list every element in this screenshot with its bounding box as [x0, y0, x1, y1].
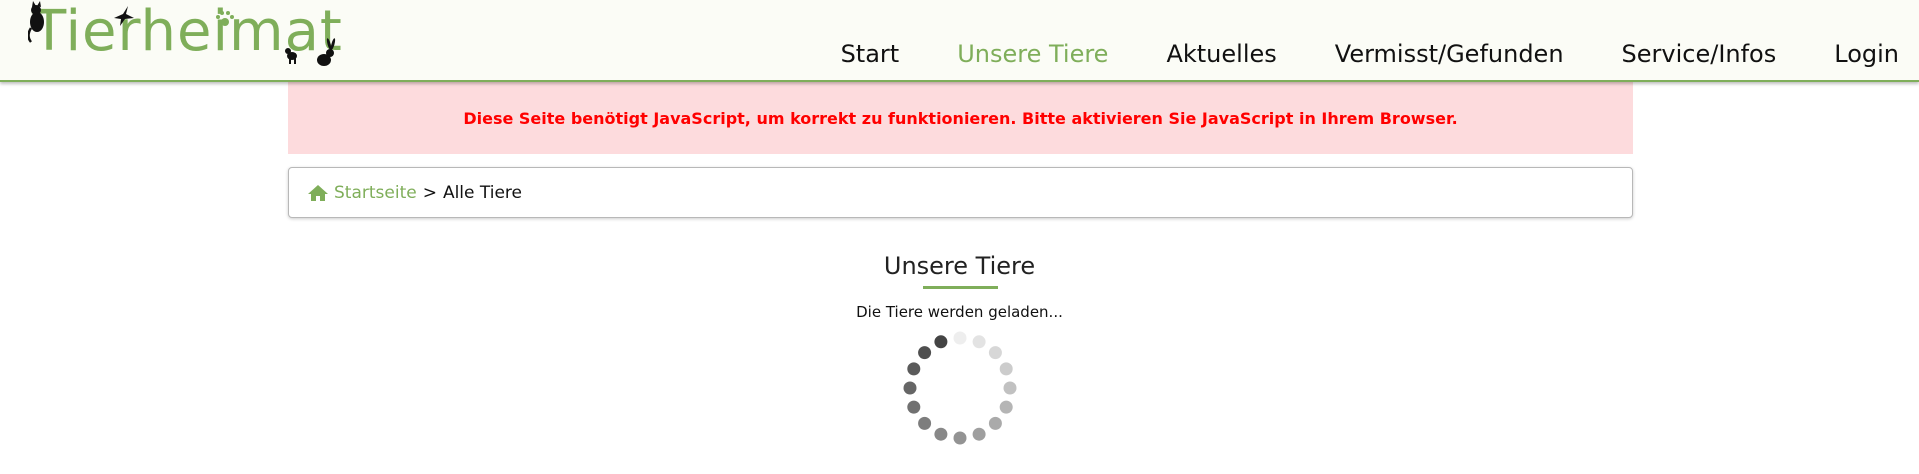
javascript-warning-alert: Diese Seite benötigt JavaScript, um korr… [288, 82, 1633, 154]
spinner-dot [988, 346, 1002, 360]
breadcrumb-home-label: Startseite [334, 182, 417, 203]
spinner-dot [934, 427, 948, 441]
home-icon [308, 184, 328, 201]
spinner-dot [953, 331, 967, 345]
breadcrumb-current: Alle Tiere [442, 182, 523, 203]
rabbit-icon [317, 38, 336, 66]
paw-icon [216, 11, 234, 26]
nav-item-service-infos[interactable]: Service/Infos [1622, 40, 1777, 68]
breadcrumb-home-link[interactable]: Startseite [307, 183, 417, 203]
spinner-dot [999, 400, 1013, 414]
loading-message: Die Tiere werden geladen... [856, 303, 1063, 321]
spinner-dot [999, 362, 1013, 376]
spinner-dot [907, 400, 921, 414]
spinner-dot [972, 335, 986, 349]
nav-item-aktuelles[interactable]: Aktuelles [1166, 40, 1276, 68]
nav-item-vermisst-gefunden[interactable]: Vermisst/Gefunden [1335, 40, 1564, 68]
spinner-dot [903, 381, 917, 395]
page-title: Unsere Tiere [883, 252, 1036, 280]
breadcrumb-separator: > [422, 182, 437, 203]
cat-icon [28, 1, 44, 43]
main-navigation: Start Unsere Tiere Aktuelles Vermisst/Gefun… [783, 36, 1919, 72]
bird-icon [114, 6, 134, 26]
site-header: Tierheimat Start Unsere Tiere Aktuelles … [0, 0, 1919, 82]
spinner-dot [934, 335, 948, 349]
spinner-dot [918, 346, 932, 360]
spinner-dot [953, 431, 967, 445]
title-underline [923, 286, 998, 289]
spinner-dot [918, 416, 932, 430]
nav-item-start[interactable]: Start [841, 40, 900, 68]
nav-item-unsere-tiere[interactable]: Unsere Tiere [957, 40, 1108, 68]
spinner-dot [988, 416, 1002, 430]
spinner-dot [1003, 381, 1017, 395]
site-logo[interactable]: Tierheimat [28, 0, 348, 78]
logo-animals [28, 1, 336, 66]
alert-message: Diese Seite benötigt JavaScript, um korr… [463, 108, 1458, 128]
spinner-dot [972, 427, 986, 441]
breadcrumb: Startseite > Alle Tiere [288, 167, 1633, 218]
nav-item-login[interactable]: Login [1834, 40, 1899, 68]
spinner-dot [907, 362, 921, 376]
dog-icon [285, 48, 297, 64]
loading-spinner-icon [903, 331, 1017, 445]
